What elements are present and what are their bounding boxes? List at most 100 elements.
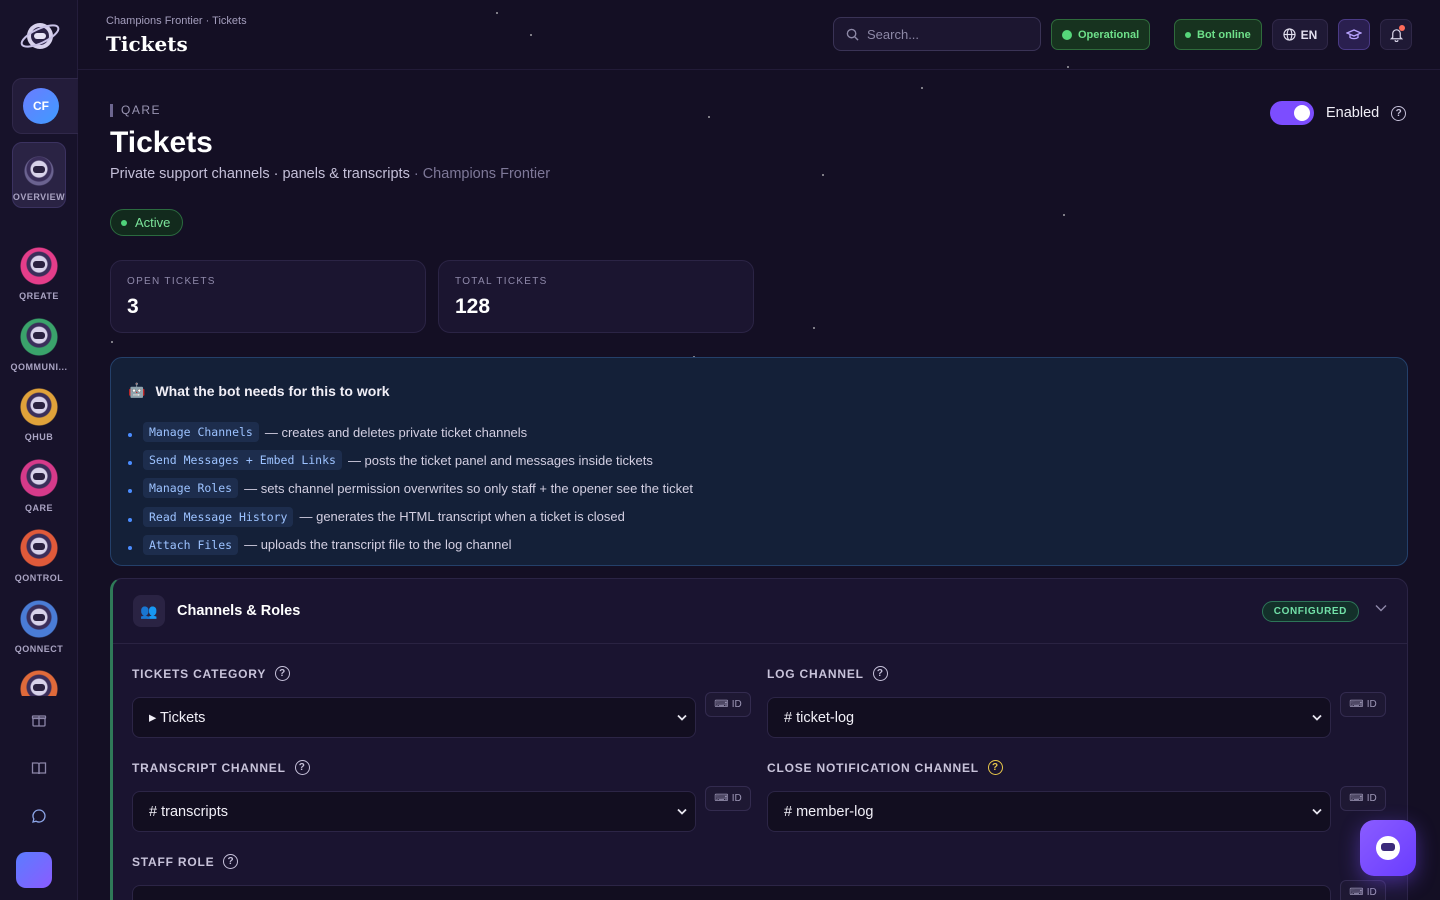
sidebar-item-qontrol[interactable]: QONTROL [0, 529, 78, 583]
list-item: Manage Channels — creates and deletes pri… [128, 418, 693, 446]
id-toggle-button[interactable]: ⌨ ID [1340, 786, 1386, 811]
transcript-channel-select[interactable]: # transcripts [132, 791, 696, 832]
id-label: ID [1366, 699, 1377, 710]
breadcrumb: Champions Frontier · Tickets [106, 15, 247, 27]
sidebar-item-overview[interactable]: OVERVIEW [0, 152, 78, 202]
robot-icon: 🤖 [128, 382, 146, 398]
help-icon[interactable]: ? [294, 760, 310, 775]
enabled-toggle[interactable] [1270, 101, 1314, 125]
overview-bot-icon [20, 152, 58, 190]
status-badge: Active [110, 209, 184, 236]
user-avatar[interactable] [16, 852, 52, 888]
sidebar-item-qommunity[interactable]: QOMMUNI... [0, 318, 78, 372]
help-icon[interactable]: ? [223, 854, 239, 869]
notification-badge [1399, 25, 1405, 31]
page-eyebrow: QARE [110, 103, 161, 117]
stat-label: TOTAL TICKETS [455, 276, 548, 287]
permission-code: Attach Files [143, 534, 239, 555]
qhub-bot-icon [20, 388, 58, 426]
select-value: # transcripts [149, 803, 228, 820]
permission-code: Send Messages + Embed Links [143, 450, 342, 471]
language-selector[interactable]: EN [1272, 19, 1328, 50]
id-toggle-button[interactable]: ⌨ ID [1340, 692, 1386, 717]
list-item: Manage Roles — sets channel permission ov… [128, 474, 693, 502]
log-channel-select[interactable]: # ticket-log [767, 697, 1331, 738]
search-box[interactable] [833, 17, 1041, 51]
sidebar-item-qare[interactable]: QARE [0, 459, 78, 513]
assistant-chat-button[interactable] [1360, 820, 1416, 876]
list-item: Attach Files — uploads the transcript fil… [128, 531, 693, 559]
help-icon[interactable]: ? [275, 666, 291, 681]
select-value: ▸ Tickets [149, 709, 206, 726]
help-icon[interactable]: ? [987, 760, 1003, 775]
guild-avatar[interactable]: CF [23, 88, 59, 124]
sidebar-item-qonnect[interactable]: QONNECT [0, 600, 78, 654]
search-input[interactable] [867, 26, 1027, 42]
book-icon[interactable] [23, 752, 55, 784]
chat-icon[interactable] [23, 800, 55, 832]
permission-desc: — generates the HTML transcript when a t… [299, 509, 625, 525]
section-title: Channels & Roles [177, 603, 301, 619]
chevron-down-icon [677, 806, 687, 818]
close-notification-channel-select[interactable]: # member-log [767, 791, 1331, 832]
bullet-icon [128, 545, 132, 550]
sidebar-item-label: QOMMUNI... [10, 362, 68, 372]
gift-icon[interactable] [23, 704, 55, 736]
chevron-down-icon [1312, 712, 1322, 724]
sidebar: CF OVERVIEW QREATE QOMMUNI... QHUB QARE … [0, 0, 78, 900]
users-icon: 👥 [133, 595, 165, 627]
configured-badge: CONFIGURED [1261, 601, 1359, 622]
subtitle-server: · Champions Frontier [409, 166, 551, 182]
keyboard-icon: ⌨ [1349, 887, 1364, 898]
field-label-text: LOG CHANNEL [767, 666, 864, 681]
status-dot-icon [1062, 29, 1072, 40]
id-toggle-button[interactable]: ⌨ ID [1340, 880, 1386, 900]
chevron-down-icon[interactable] [1375, 601, 1387, 615]
notifications-button[interactable] [1380, 19, 1412, 50]
graduation-cap-icon [1346, 28, 1362, 39]
qontrol-bot-icon [20, 529, 58, 567]
keyboard-icon: ⌨ [714, 793, 729, 804]
status-operational-text: Operational [1078, 28, 1140, 41]
app-logo-icon[interactable] [19, 15, 61, 57]
eyebrow-bar [110, 103, 113, 117]
chevron-down-icon [677, 712, 687, 724]
id-toggle-button[interactable]: ⌨ ID [705, 692, 751, 717]
staff-role-select[interactable] [132, 885, 1331, 900]
status-operational-badge: Operational [1051, 19, 1151, 50]
top-header: Champions Frontier · Tickets Tickets Ope… [78, 0, 1440, 70]
requirements-list: Manage Channels — creates and deletes pri… [128, 418, 693, 559]
stat-card-open-tickets: OPEN TICKETS 3 [110, 260, 426, 333]
sidebar-item-label: QONNECT [14, 644, 64, 654]
permission-code: Read Message History [143, 506, 294, 527]
select-value: # ticket-log [784, 709, 855, 726]
sidebar-item-qreate[interactable]: QREATE [0, 247, 78, 301]
field-label-staff-role: STAFF ROLE ? [132, 854, 239, 869]
page-title: Tickets [110, 126, 213, 159]
permission-desc: — sets channel permission overwrites so … [244, 480, 693, 496]
sidebar-item-more[interactable] [0, 670, 78, 696]
help-icon[interactable]: ? [1391, 105, 1407, 121]
subtitle-main: Private support channels · panels & tran… [110, 166, 410, 182]
bullet-icon [128, 433, 132, 438]
qare-bot-icon [20, 459, 58, 497]
id-toggle-button[interactable]: ⌨ ID [705, 786, 751, 811]
permission-desc: — creates and deletes private ticket cha… [264, 424, 528, 440]
stat-label: OPEN TICKETS [127, 276, 216, 287]
search-icon [846, 28, 859, 41]
keyboard-icon: ⌨ [1349, 699, 1364, 710]
graduation-cap-button[interactable] [1338, 19, 1370, 50]
section-header[interactable]: 👥 Channels & Roles CONFIGURED [113, 579, 1407, 644]
sidebar-item-label: OVERVIEW [12, 192, 66, 202]
id-label: ID [1366, 887, 1377, 898]
field-label-text: TICKETS CATEGORY [132, 666, 267, 681]
field-label-text: CLOSE NOTIFICATION CHANNEL [767, 760, 979, 775]
field-label-text: TRANSCRIPT CHANNEL [132, 760, 286, 775]
sidebar-item-qhub[interactable]: QHUB [0, 388, 78, 442]
help-icon[interactable]: ? [872, 666, 888, 681]
tickets-category-select[interactable]: ▸ Tickets [132, 697, 696, 738]
qreate-bot-icon [20, 247, 58, 285]
permission-code: Manage Roles [143, 478, 239, 499]
enabled-label: Enabled [1326, 105, 1380, 121]
stat-card-total-tickets: TOTAL TICKETS 128 [438, 260, 754, 333]
